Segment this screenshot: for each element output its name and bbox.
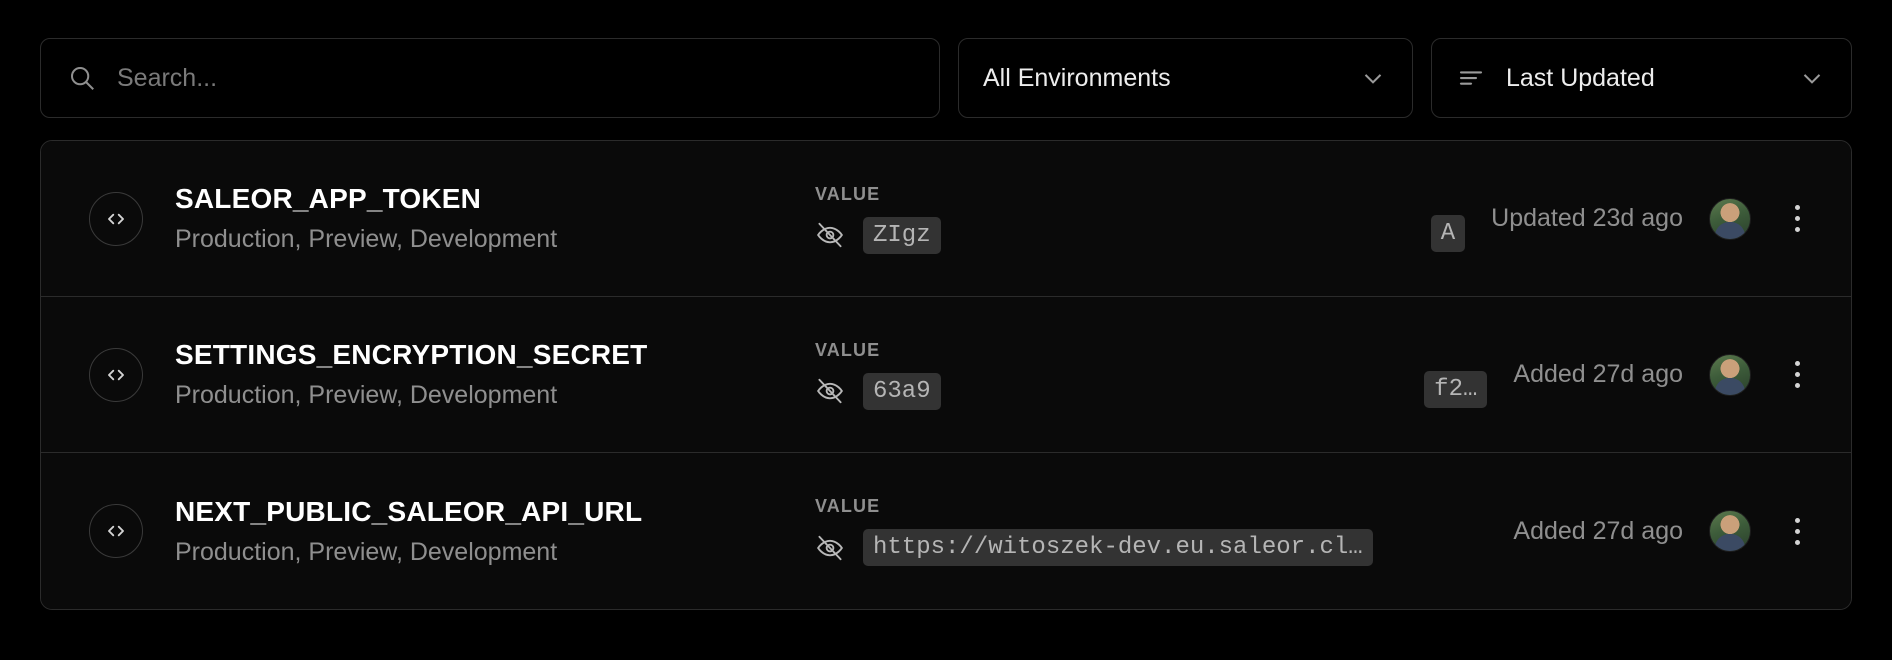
variable-value-column: VALUE https://witoszek-dev.eu.saleor.cl…: [815, 496, 1487, 566]
code-brackets-icon: [89, 191, 143, 246]
row-meta: Updated 23d ago: [1491, 196, 1817, 242]
environment-filter-dropdown[interactable]: All Environments: [958, 38, 1413, 118]
variable-environments: Production, Preview, Development: [175, 537, 558, 566]
row-meta: Added 27d ago: [1513, 352, 1817, 398]
value-row: https://witoszek-dev.eu.saleor.cl…: [815, 529, 1487, 566]
value-header: VALUE: [815, 183, 881, 204]
updated-timestamp: Updated 23d ago: [1491, 204, 1683, 232]
variable-name-column: SETTINGS_ENCRYPTION_SECRET Production, P…: [175, 337, 815, 411]
variable-name: NEXT_PUBLIC_SALEOR_API_URL: [175, 495, 643, 527]
value-header: VALUE: [815, 339, 881, 360]
variable-environments: Production, Preview, Development: [175, 225, 558, 254]
filters-toolbar: All Environments Last Updated: [40, 38, 1852, 118]
value-row: 63a9: [815, 372, 1487, 410]
variable-value-column: VALUE ZIgz A: [815, 183, 1466, 254]
eye-off-icon[interactable]: [815, 533, 845, 563]
masked-value[interactable]: https://witoszek-dev.eu.saleor.cl…: [863, 529, 1373, 566]
code-brackets-icon: [89, 504, 143, 558]
sort-lines-icon: [1456, 63, 1486, 93]
masked-value[interactable]: ZIgz: [863, 216, 941, 254]
updated-timestamp: Added 27d ago: [1513, 360, 1683, 388]
masked-value-tail: f2…: [1424, 370, 1488, 408]
kebab-menu-icon[interactable]: [1777, 352, 1817, 398]
eye-off-icon[interactable]: [815, 220, 845, 250]
variable-name: SALEOR_APP_TOKEN: [175, 183, 482, 215]
variable-value-column: VALUE 63a9 f2…: [815, 339, 1488, 410]
value-header: VALUE: [815, 496, 881, 516]
masked-value[interactable]: 63a9: [863, 372, 941, 410]
sort-filter-label: Last Updated: [1506, 63, 1655, 92]
updated-timestamp: Added 27d ago: [1513, 516, 1683, 545]
variable-name-column: NEXT_PUBLIC_SALEOR_API_URL Production, P…: [175, 494, 815, 568]
table-row[interactable]: SALEOR_APP_TOKEN Production, Preview, De…: [41, 141, 1851, 297]
value-row: ZIgz: [815, 216, 1465, 254]
chevron-down-icon: [1797, 63, 1827, 93]
environment-filter-content: All Environments: [983, 64, 1171, 93]
table-row[interactable]: SETTINGS_ENCRYPTION_SECRET Production, P…: [41, 297, 1851, 453]
masked-value-tail: A: [1430, 214, 1466, 252]
sort-filter-content: Last Updated: [1456, 63, 1655, 93]
search-input[interactable]: [117, 63, 913, 93]
env-vars-page: All Environments Last Updated: [0, 0, 1892, 610]
avatar: [1709, 353, 1751, 396]
env-vars-list: SALEOR_APP_TOKEN Production, Preview, De…: [40, 140, 1852, 610]
variable-name-column: SALEOR_APP_TOKEN Production, Preview, De…: [175, 181, 815, 255]
eye-off-icon[interactable]: [815, 376, 845, 406]
code-brackets-icon: [89, 347, 143, 402]
variable-environments: Production, Preview, Development: [175, 381, 558, 410]
kebab-menu-icon[interactable]: [1777, 508, 1817, 554]
environment-filter-label: All Environments: [983, 63, 1171, 92]
kebab-menu-icon[interactable]: [1777, 196, 1817, 242]
search-field[interactable]: [40, 38, 940, 118]
sort-filter-dropdown[interactable]: Last Updated: [1431, 38, 1852, 118]
row-meta: Added 27d ago: [1513, 508, 1817, 554]
chevron-down-icon: [1358, 63, 1388, 93]
search-icon: [67, 63, 97, 93]
avatar: [1709, 197, 1751, 240]
variable-name: SETTINGS_ENCRYPTION_SECRET: [175, 339, 648, 371]
avatar: [1709, 510, 1751, 552]
table-row[interactable]: NEXT_PUBLIC_SALEOR_API_URL Production, P…: [41, 453, 1851, 609]
